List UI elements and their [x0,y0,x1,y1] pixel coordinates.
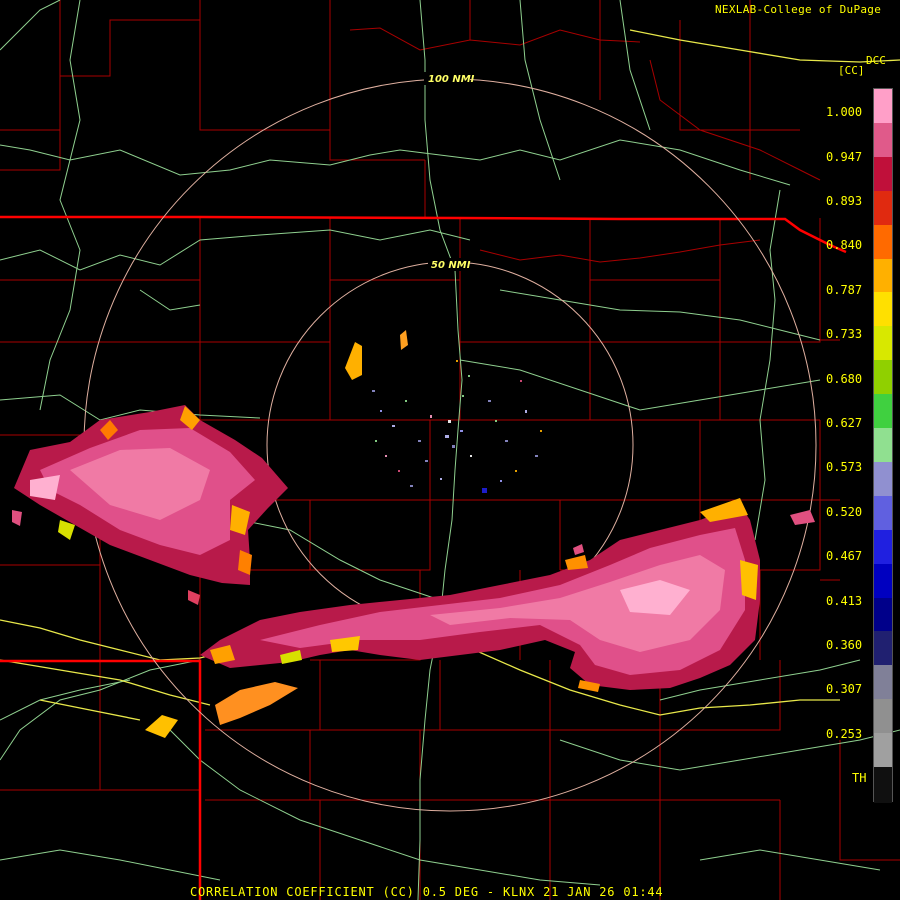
ring-label-100nmi: 100 NMI [428,74,475,85]
legend-label-0573: 0.573 [826,460,863,474]
legend-swatch [874,89,892,126]
legend-swatch [874,428,892,465]
legend-swatch [874,495,892,532]
legend-label-0893: 0.893 [826,194,863,208]
echo-clutter-center [372,360,542,493]
legend-swatch [874,224,892,261]
legend-colorbar [873,88,893,804]
legend-label-0413: 0.413 [826,594,863,608]
echo-south-band [200,498,815,692]
legend-swatch [874,563,892,600]
legend-label-0360: 0.360 [826,638,863,652]
legend-swatch [874,767,892,804]
legend-swatch [874,122,892,159]
legend-swatch [874,529,892,566]
legend-swatch [874,326,892,363]
legend-swatch [874,190,892,227]
legend-swatch [874,665,892,702]
legend-label-0733: 0.733 [826,327,863,341]
legend-label-0947: 0.947 [826,150,863,164]
legend-swatch [874,699,892,736]
legend-label-0680: 0.680 [826,372,863,386]
legend-label-0520: 0.520 [826,505,863,519]
legend-swatch [874,292,892,329]
legend-swatch [874,631,892,668]
legend-swatch [874,461,892,498]
legend-swatch [874,733,892,770]
product-caption: CORRELATION COEFFICIENT (CC) 0.5 DEG - K… [190,885,664,899]
legend-label-1000: 1.000 [826,105,863,119]
legend-label-0307: 0.307 [826,682,863,696]
legend-label-0253: 0.253 [826,727,863,741]
radar-map: 100 NMI 50 NMI [0,0,900,900]
legend-label-0840: 0.840 [826,238,863,252]
legend-label-0787: 0.787 [826,283,863,297]
legend-swatch [874,156,892,193]
legend-swatch [874,394,892,431]
ring-label-50nmi: 50 NMI [431,260,471,271]
legend-swatch [874,360,892,397]
legend-value-labels: 1.000 0.947 0.893 0.840 0.787 0.733 0.68… [826,0,870,900]
legend-label-th: TH [852,771,867,785]
legend-label-0467: 0.467 [826,549,863,563]
legend-swatch [874,597,892,634]
legend-label-0627: 0.627 [826,416,863,430]
legend-swatch [874,258,892,295]
